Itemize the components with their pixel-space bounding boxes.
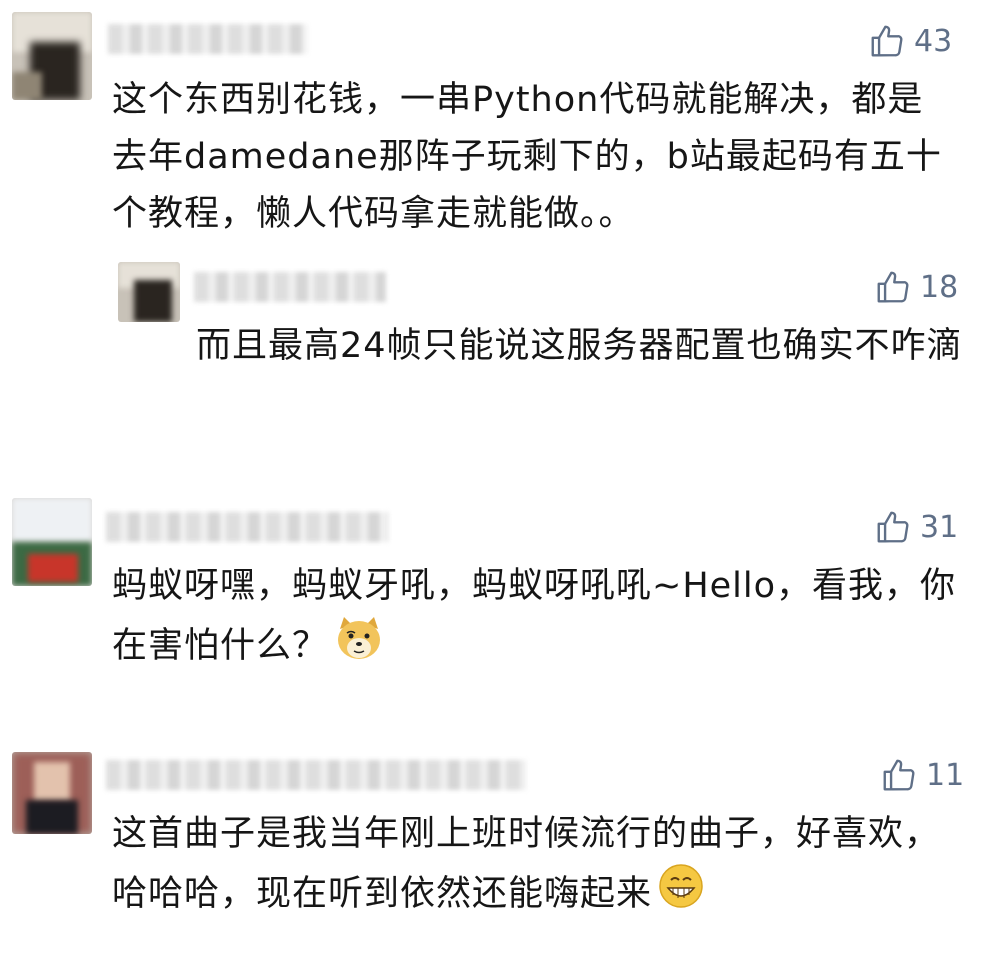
reply-like-button[interactable]: 18 xyxy=(874,268,958,306)
comment-item: 11 这首曲子是我当年刚上班时候流行的曲子，好喜欢，哈哈哈，现在听到依然还能嗨起… xyxy=(0,738,1000,967)
thumbs-up-icon xyxy=(877,271,909,303)
thumbs-up-icon xyxy=(871,25,903,57)
comment-item: 31 蚂蚁呀嘿，蚂蚁牙吼，蚂蚁呀吼吼~Hello，看我，你在害怕什么？ xyxy=(0,490,1000,710)
comment-text: 蚂蚁呀嘿，蚂蚁牙吼，蚂蚁呀吼吼~Hello，看我，你在害怕什么？ xyxy=(112,558,962,679)
thumbs-up-icon xyxy=(883,759,915,791)
avatar[interactable] xyxy=(12,498,92,586)
username[interactable] xyxy=(108,24,308,54)
avatar[interactable] xyxy=(12,12,92,100)
comment-item: 43 这个东西别花钱，一串Python代码就能解决，都是去年damedane那阵… xyxy=(0,0,1000,470)
comment-text: 这个东西别花钱，一串Python代码就能解决，都是去年damedane那阵子玩剩… xyxy=(112,80,942,234)
like-button[interactable]: 31 xyxy=(874,508,958,546)
reply-text: 而且最高24帧只能说这服务器配置也确实不咋滴 xyxy=(196,326,963,366)
reply-like-count: 18 xyxy=(920,269,959,305)
comment-text-content: 这首曲子是我当年刚上班时候流行的曲子，好喜欢，哈哈哈，现在听到依然还能嗨起来 xyxy=(112,814,941,914)
grin-icon xyxy=(658,863,704,927)
username[interactable] xyxy=(106,760,526,790)
comment-text-content: 蚂蚁呀嘿，蚂蚁牙吼，蚂蚁呀吼吼~Hello，看我，你在害怕什么？ xyxy=(112,566,957,666)
comment-text: 这首曲子是我当年刚上班时候流行的曲子，好喜欢，哈哈哈，现在听到依然还能嗨起来 xyxy=(112,806,962,927)
thumbs-up-icon xyxy=(877,511,909,543)
like-button[interactable]: 11 xyxy=(880,756,964,794)
reply-avatar[interactable] xyxy=(118,262,180,322)
doge-icon xyxy=(334,615,384,679)
like-button[interactable]: 43 xyxy=(868,22,952,60)
avatar[interactable] xyxy=(12,752,92,834)
like-count: 11 xyxy=(926,757,965,793)
like-count: 31 xyxy=(920,509,959,545)
username[interactable] xyxy=(106,512,388,542)
like-count: 43 xyxy=(914,23,953,59)
reply-username[interactable] xyxy=(194,272,386,302)
